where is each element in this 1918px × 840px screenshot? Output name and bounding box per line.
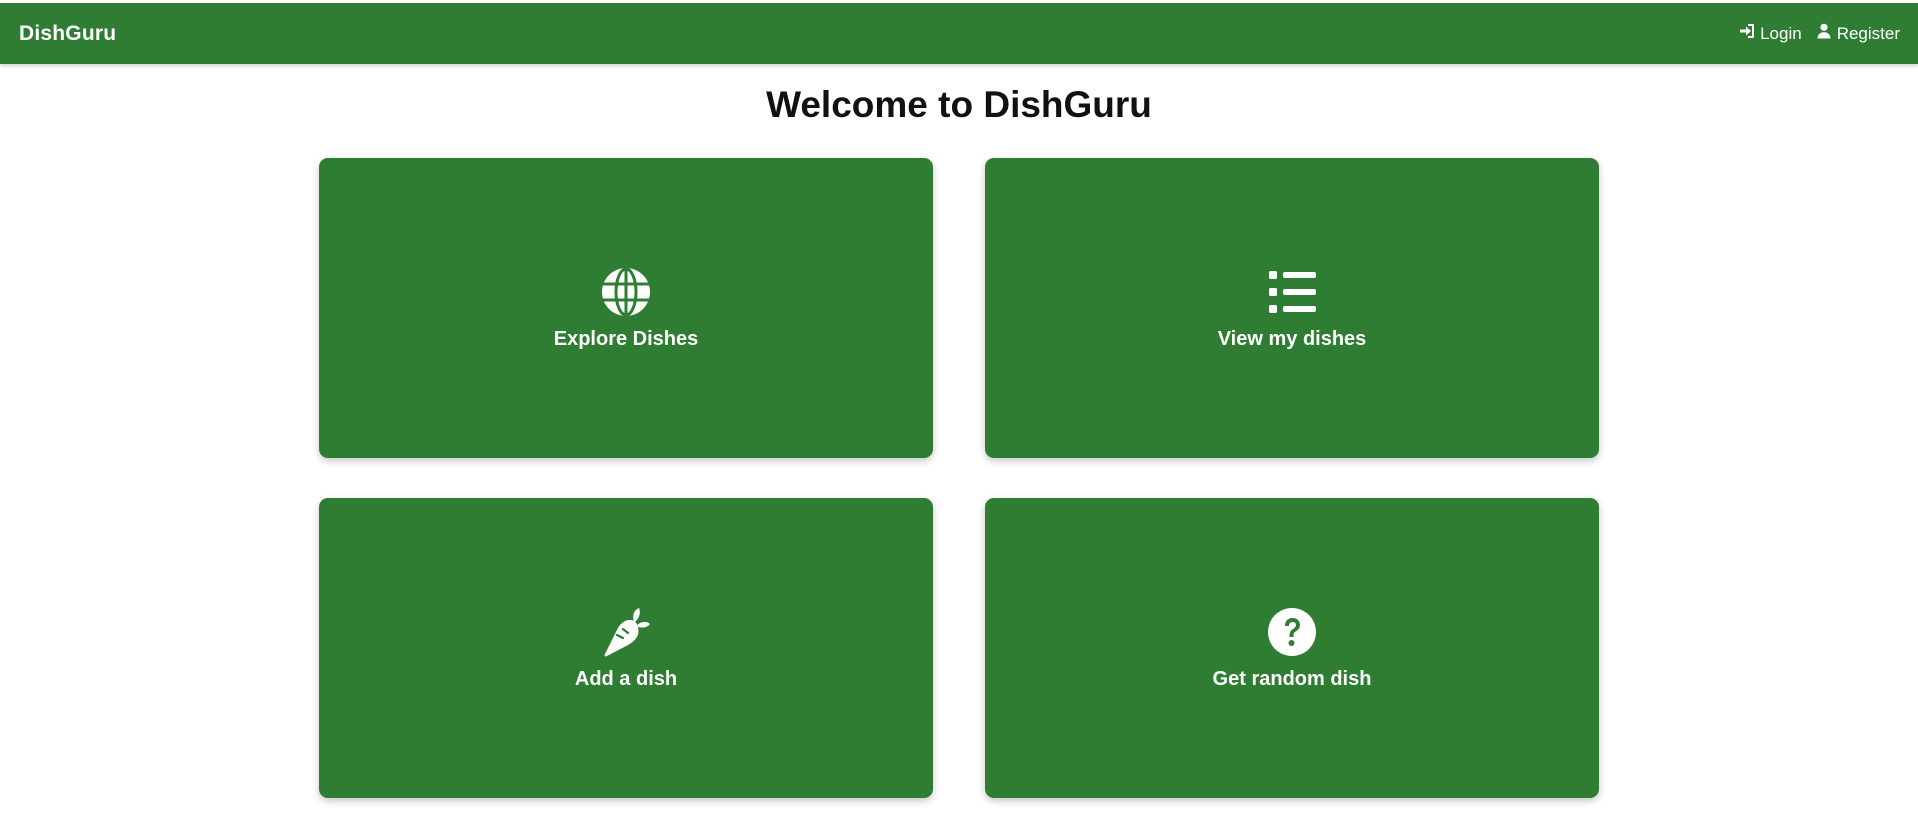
login-label: Login [1760, 23, 1802, 43]
top-navbar: DishGuru Login Register [0, 3, 1918, 64]
view-my-dishes-card[interactable]: View my dishes [985, 158, 1599, 458]
globe-icon [600, 266, 652, 318]
nav-links: Login Register [1739, 23, 1900, 44]
add-a-dish-label: Add a dish [574, 667, 678, 690]
carrot-icon [600, 606, 652, 658]
explore-dishes-card[interactable]: Explore Dishes [319, 158, 933, 458]
brand-logo[interactable]: DishGuru [19, 22, 116, 46]
user-icon [1816, 23, 1832, 44]
view-my-dishes-label: View my dishes [1217, 327, 1367, 350]
add-a-dish-card[interactable]: Add a dish [319, 498, 933, 798]
get-random-dish-card[interactable]: Get random dish [985, 498, 1599, 798]
register-label: Register [1836, 23, 1900, 43]
get-random-dish-label: Get random dish [1212, 667, 1372, 690]
sign-in-icon [1739, 23, 1755, 44]
question-circle-icon [1266, 606, 1318, 658]
register-link[interactable]: Register [1816, 23, 1900, 44]
page-title: Welcome to DishGuru [766, 84, 1152, 125]
explore-dishes-label: Explore Dishes [553, 327, 699, 350]
list-icon [1266, 266, 1318, 318]
login-link[interactable]: Login [1739, 23, 1802, 44]
